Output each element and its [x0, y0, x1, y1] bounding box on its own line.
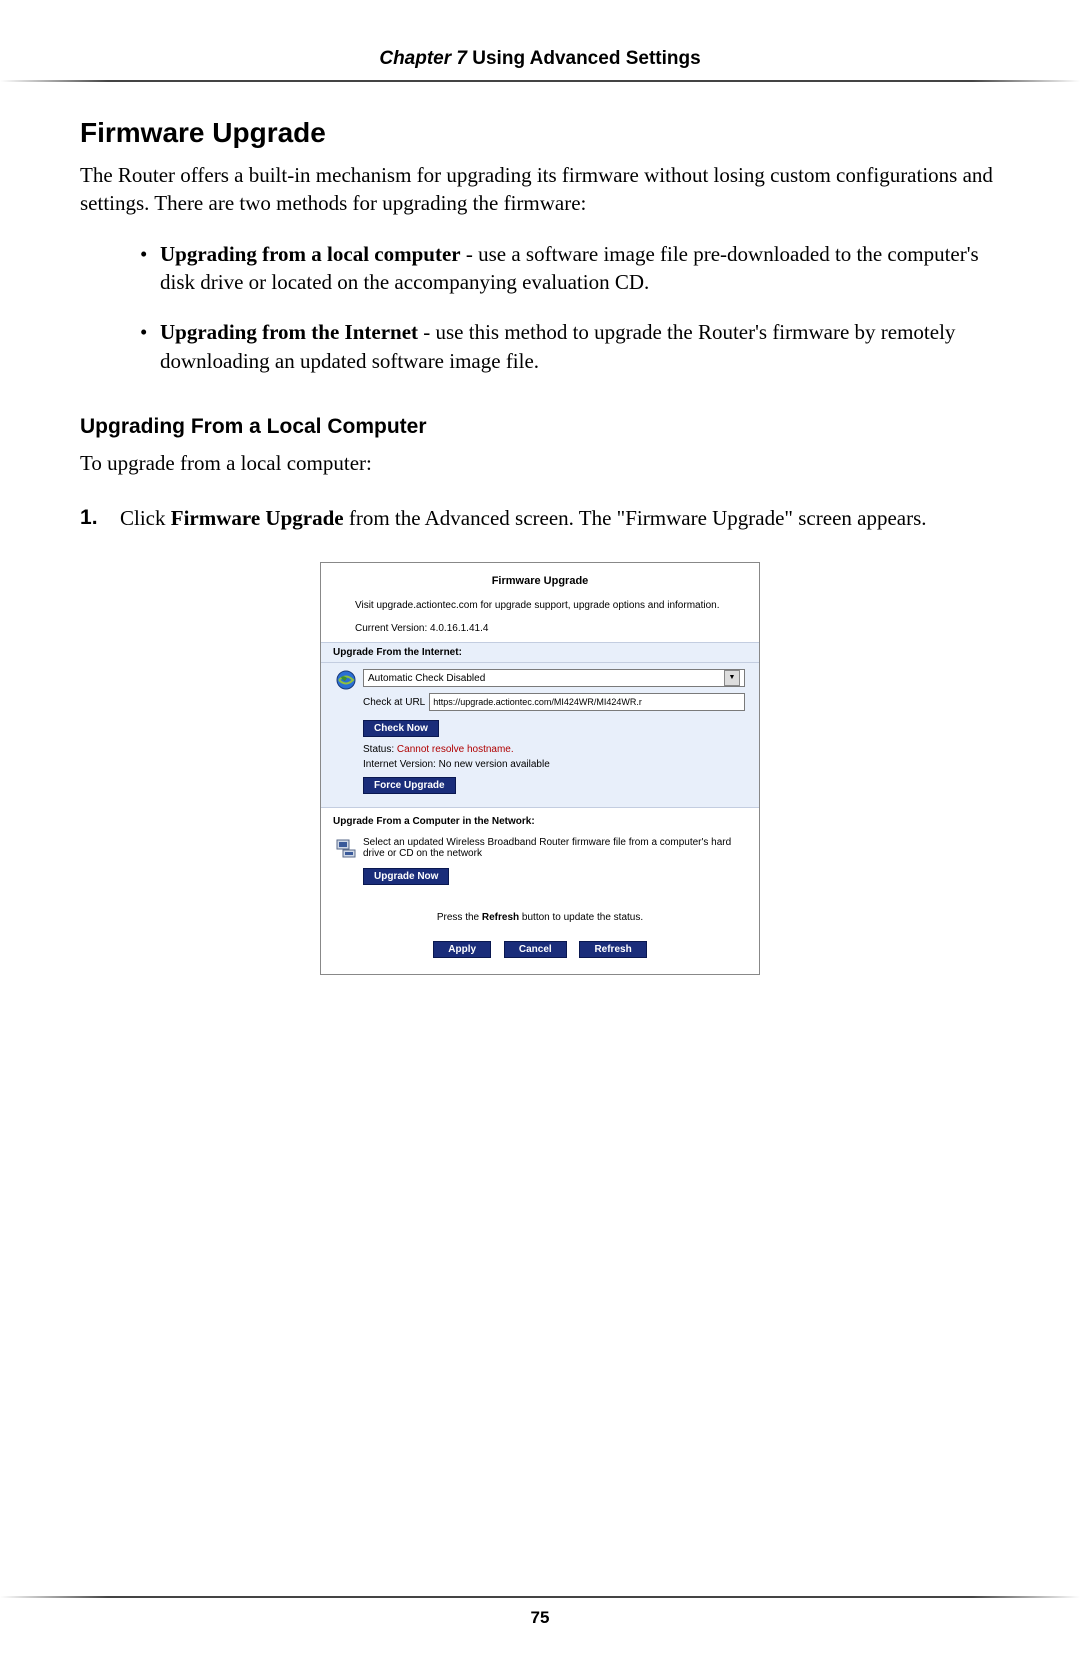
chapter-title: Using Advanced Settings [472, 48, 700, 69]
globe-icon [335, 669, 357, 691]
chapter-prefix: Chapter 7 [379, 48, 467, 69]
network-section-header: Upgrade From a Computer in the Network: [321, 808, 759, 831]
url-input[interactable]: https://upgrade.actiontec.com/MI424WR/MI… [429, 693, 745, 711]
current-version: Current Version: 4.0.16.1.41.4 [321, 617, 759, 642]
step-text-bold: Firmware Upgrade [171, 506, 344, 530]
computer-icon [335, 837, 357, 862]
internet-section-body: Automatic Check Disabled ▼ Check at URL … [321, 663, 759, 808]
status-line: Status: Cannot resolve hostname. [363, 744, 745, 755]
url-label: Check at URL [363, 697, 425, 708]
page-number: 75 [0, 1608, 1080, 1628]
check-now-button[interactable]: Check Now [363, 720, 439, 737]
internet-version: Internet Version: No new version availab… [363, 759, 745, 770]
visit-text: Visit upgrade.actiontec.com for upgrade … [321, 595, 759, 617]
status-label: Status: [363, 744, 397, 755]
screenshot-title: Firmware Upgrade [321, 563, 759, 595]
page-content: Firmware Upgrade The Router offers a bui… [0, 82, 1080, 975]
network-section-body: Select an updated Wireless Broadband Rou… [321, 831, 759, 898]
subsection-title: Upgrading From a Local Computer [80, 415, 1000, 439]
refresh-hint: Press the Refresh button to update the s… [321, 898, 759, 923]
apply-button[interactable]: Apply [433, 941, 491, 958]
action-buttons: Apply Cancel Refresh [321, 923, 759, 974]
auto-check-select[interactable]: Automatic Check Disabled ▼ [363, 669, 745, 687]
select-value: Automatic Check Disabled [368, 673, 485, 684]
section-intro: The Router offers a built-in mechanism f… [80, 161, 1000, 218]
method-item: Upgrading from the Internet - use this m… [140, 318, 1000, 375]
chevron-down-icon: ▼ [724, 670, 740, 686]
network-text: Select an updated Wireless Broadband Rou… [363, 837, 745, 859]
method-bold: Upgrading from the Internet [160, 320, 418, 344]
step-list: Click Firmware Upgrade from the Advanced… [80, 504, 1000, 532]
method-item: Upgrading from a local computer - use a … [140, 240, 1000, 297]
firmware-upgrade-screenshot: Firmware Upgrade Visit upgrade.actiontec… [320, 562, 760, 975]
page-footer: 75 [0, 1586, 1080, 1628]
step-item: Click Firmware Upgrade from the Advanced… [80, 504, 1000, 532]
method-list: Upgrading from a local computer - use a … [80, 240, 1000, 375]
step-text-pre: Click [120, 506, 171, 530]
force-upgrade-button[interactable]: Force Upgrade [363, 777, 456, 794]
footer-divider [0, 1596, 1080, 1598]
page-header: Chapter 7 Using Advanced Settings [0, 0, 1080, 70]
internet-section-header: Upgrade From the Internet: [321, 642, 759, 663]
status-value: Cannot resolve hostname. [397, 744, 514, 755]
refresh-button[interactable]: Refresh [579, 941, 646, 958]
section-title: Firmware Upgrade [80, 117, 1000, 149]
cancel-button[interactable]: Cancel [504, 941, 567, 958]
screenshot-container: Firmware Upgrade Visit upgrade.actiontec… [80, 562, 1000, 975]
method-bold: Upgrading from a local computer [160, 242, 461, 266]
upgrade-now-button[interactable]: Upgrade Now [363, 868, 449, 885]
subsection-intro: To upgrade from a local computer: [80, 451, 1000, 476]
step-text-post: from the Advanced screen. The "Firmware … [344, 506, 927, 530]
